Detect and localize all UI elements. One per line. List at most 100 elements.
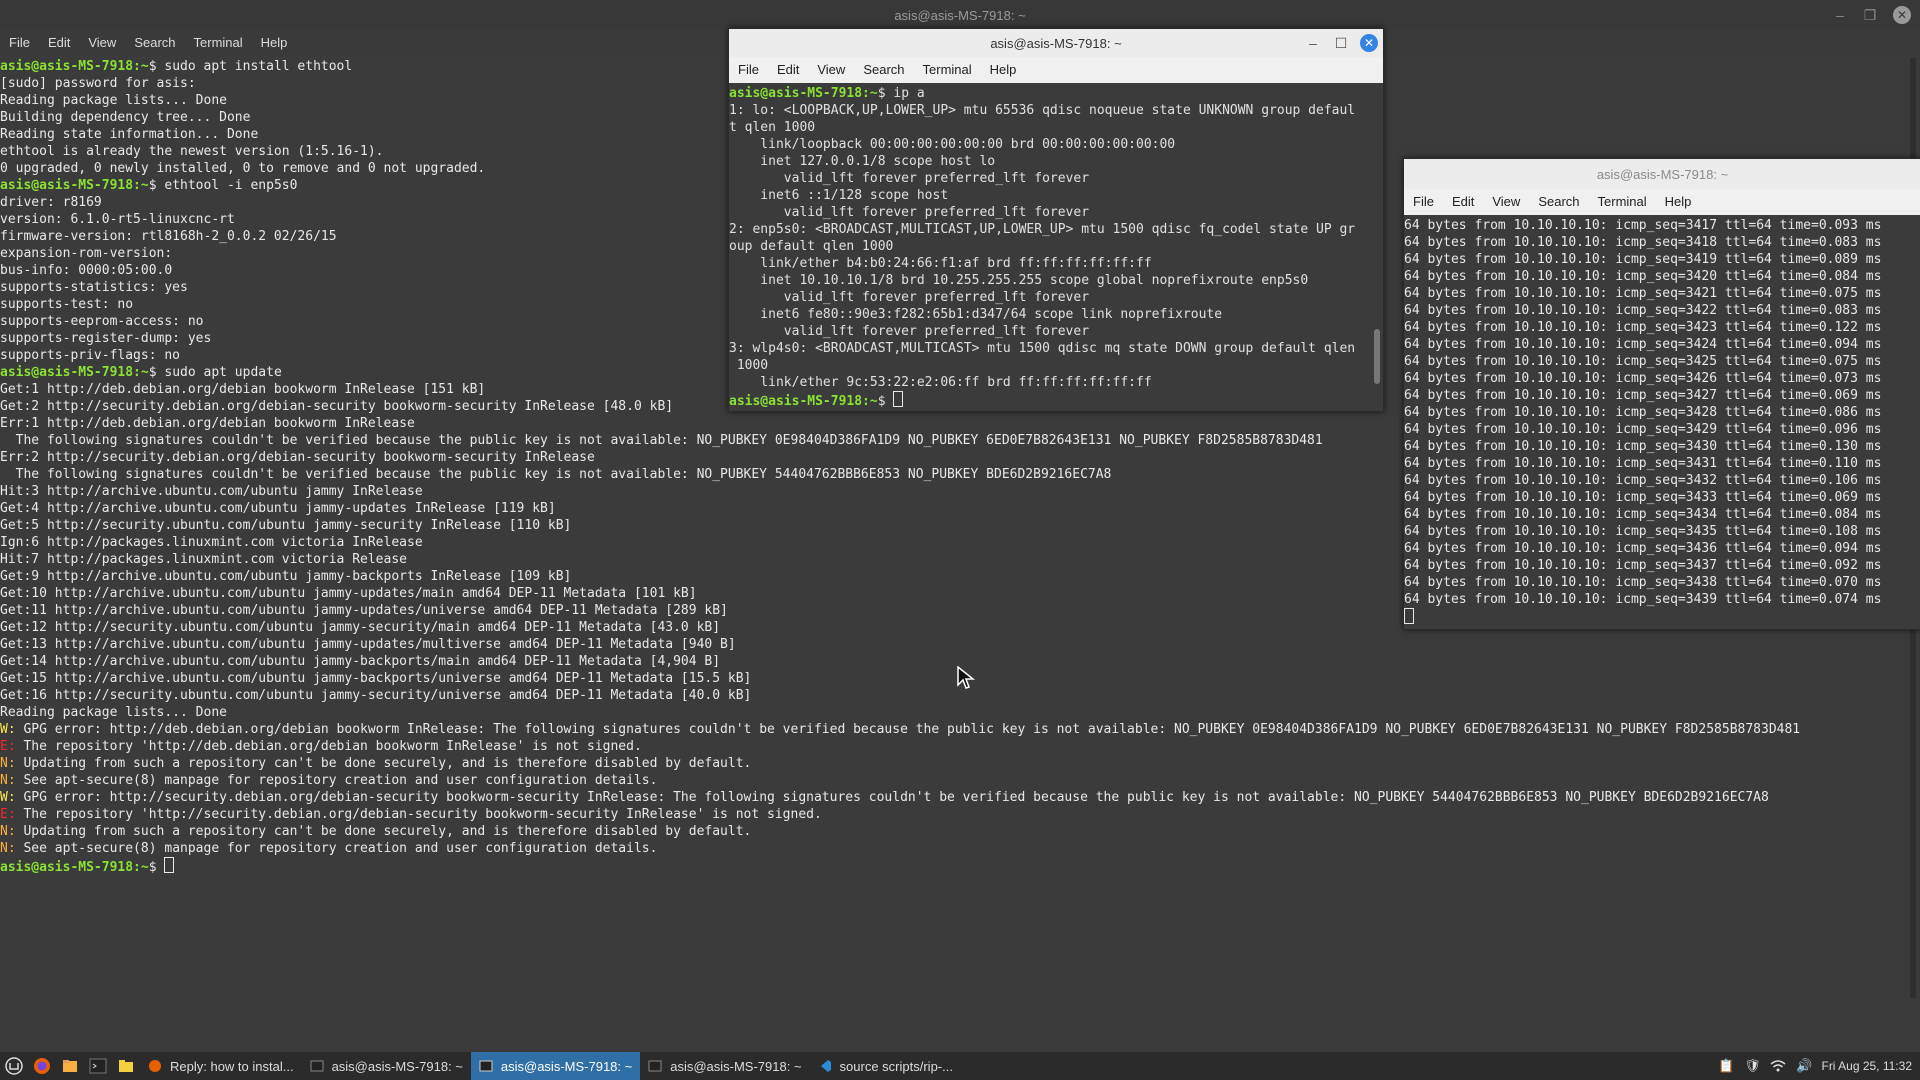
menu-file[interactable]: File (729, 57, 768, 83)
terminal-line: E: The repository 'http://deb.debian.org… (0, 738, 1905, 755)
line-text: 64 bytes from 10.10.10.10: icmp_seq=3436… (1404, 541, 1882, 556)
line-text: 64 bytes from 10.10.10.10: icmp_seq=3420… (1404, 269, 1882, 284)
ip-terminal-window[interactable]: asis@asis-MS-7918: ~ – ☐ ✕ File Edit Vie… (728, 28, 1384, 412)
terminal-line (1404, 608, 1920, 625)
text-cursor (1404, 608, 1414, 624)
line-text: inet6 ::1/128 scope host (729, 188, 949, 203)
menu-file[interactable]: File (0, 30, 39, 56)
maximize-button[interactable]: ❐ (1860, 5, 1880, 25)
menu-terminal[interactable]: Terminal (914, 57, 981, 83)
apt-message-tag: N: (0, 824, 16, 839)
close-button[interactable]: ✕ (1360, 34, 1378, 52)
terminal-line: asis@asis-MS-7918:~$ (729, 391, 1369, 408)
line-text: supports-test: no (0, 297, 134, 312)
files-icon[interactable] (59, 1055, 81, 1077)
menu-edit[interactable]: Edit (768, 57, 808, 83)
folder-icon[interactable] (115, 1055, 137, 1077)
shield-icon[interactable]: 🛡 (1743, 1057, 1761, 1075)
line-text: 64 bytes from 10.10.10.10: icmp_seq=3427… (1404, 388, 1882, 403)
terminal-line: link/loopback 00:00:00:00:00:00 brd 00:0… (729, 136, 1369, 153)
task-terminal-2-active[interactable]: asis@asis-MS-7918: ~ (470, 1052, 641, 1080)
line-text: Get:10 http://archive.ubuntu.com/ubuntu … (0, 586, 697, 601)
terminal-line: inet6 ::1/128 scope host (729, 187, 1369, 204)
line-text: Updating from such a repository can't be… (15, 824, 752, 839)
menu-search[interactable]: Search (125, 30, 184, 56)
terminal-line: inet 10.10.10.1/8 brd 10.255.255.255 sco… (729, 272, 1369, 289)
menu-search[interactable]: Search (854, 57, 913, 83)
clock[interactable]: Fri Aug 25, 11:32 (1821, 1059, 1912, 1073)
line-text: Ign:6 http://packages.linuxmint.com vict… (0, 535, 423, 550)
firefox-icon[interactable] (31, 1055, 53, 1077)
menu-view[interactable]: View (79, 30, 125, 56)
terminal-line: 1: lo: <LOOPBACK,UP,LOWER_UP> mtu 65536 … (729, 102, 1369, 119)
clipboard-icon[interactable]: 📋 (1717, 1057, 1735, 1075)
menu-search[interactable]: Search (1529, 189, 1588, 215)
ping-terminal-output[interactable]: 64 bytes from 10.10.10.10: icmp_seq=3417… (1404, 217, 1920, 627)
close-button[interactable]: ✕ (1893, 6, 1911, 24)
menu-edit[interactable]: Edit (39, 30, 79, 56)
ping-terminal-window[interactable]: asis@asis-MS-7918: ~ File Edit View Sear… (1403, 158, 1920, 630)
menu-terminal[interactable]: Terminal (1589, 189, 1656, 215)
terminal-line: 64 bytes from 10.10.10.10: icmp_seq=3417… (1404, 217, 1920, 234)
terminal-line: 64 bytes from 10.10.10.10: icmp_seq=3433… (1404, 489, 1920, 506)
terminal-line: oup default qlen 1000 (729, 238, 1369, 255)
line-text: Get:5 http://security.ubuntu.com/ubuntu … (0, 518, 572, 533)
minimize-button[interactable]: – (1830, 5, 1850, 25)
line-text: 64 bytes from 10.10.10.10: icmp_seq=3424… (1404, 337, 1882, 352)
line-text: valid_lft forever preferred_lft forever (729, 324, 1090, 339)
terminal-line: valid_lft forever preferred_lft forever (729, 323, 1369, 340)
menu-help[interactable]: Help (1656, 189, 1701, 215)
terminal-line: 64 bytes from 10.10.10.10: icmp_seq=3420… (1404, 268, 1920, 285)
task-vscode[interactable]: source scripts/rip-... (810, 1052, 961, 1080)
terminal-line: W: GPG error: http://deb.debian.org/debi… (0, 721, 1905, 738)
terminal-launcher-icon[interactable] (87, 1055, 109, 1077)
terminal-line: 64 bytes from 10.10.10.10: icmp_seq=3418… (1404, 234, 1920, 251)
line-text: 1: lo: <LOOPBACK,UP,LOWER_UP> mtu 65536 … (729, 103, 1356, 118)
terminal-line: 64 bytes from 10.10.10.10: icmp_seq=3430… (1404, 438, 1920, 455)
line-text: supports-eeprom-access: no (0, 314, 204, 329)
line-text: Building dependency tree... Done (0, 110, 251, 125)
menu-view[interactable]: View (1483, 189, 1529, 215)
task-firefox-reply[interactable]: Reply: how to instal... (140, 1052, 302, 1080)
task-terminal-1[interactable]: asis@asis-MS-7918: ~ (302, 1052, 471, 1080)
line-text: 64 bytes from 10.10.10.10: icmp_seq=3434… (1404, 507, 1882, 522)
minimize-button[interactable]: – (1303, 33, 1323, 53)
line-text: valid_lft forever preferred_lft forever (729, 171, 1090, 186)
maximize-button[interactable]: ☐ (1331, 33, 1351, 53)
main-titlebar[interactable]: asis@asis-MS-7918: ~ – ❐ ✕ (0, 0, 1920, 30)
menu-help[interactable]: Help (252, 30, 297, 56)
line-text: 64 bytes from 10.10.10.10: icmp_seq=3417… (1404, 218, 1882, 233)
menu-edit[interactable]: Edit (1443, 189, 1483, 215)
line-text: 64 bytes from 10.10.10.10: icmp_seq=3421… (1404, 286, 1882, 301)
ip-terminal-output[interactable]: asis@asis-MS-7918:~$ ip a 1: lo: <LOOPBAC… (729, 85, 1369, 409)
line-text: link/ether b4:b0:24:66:f1:af brd ff:ff:f… (729, 256, 1152, 271)
line-text: Get:1 http://deb.debian.org/debian bookw… (0, 382, 486, 397)
ip-window-titlebar[interactable]: asis@asis-MS-7918: ~ – ☐ ✕ (729, 29, 1383, 57)
terminal-line: link/ether 9c:53:22:e2:06:ff brd ff:ff:f… (729, 374, 1369, 391)
terminal-line: 64 bytes from 10.10.10.10: icmp_seq=3426… (1404, 370, 1920, 387)
terminal-line: inet 127.0.0.1/8 scope host lo (729, 153, 1369, 170)
shell-prompt: asis@asis-MS-7918:~ (729, 394, 878, 408)
line-text: valid_lft forever preferred_lft forever (729, 290, 1090, 305)
terminal-line: 64 bytes from 10.10.10.10: icmp_seq=3429… (1404, 421, 1920, 438)
line-text: valid_lft forever preferred_lft forever (729, 205, 1090, 220)
line-text: Hit:7 http://packages.linuxmint.com vict… (0, 552, 407, 567)
ping-window-titlebar[interactable]: asis@asis-MS-7918: ~ (1404, 159, 1920, 189)
terminal-line: valid_lft forever preferred_lft forever (729, 204, 1369, 221)
menu-launcher-icon[interactable] (3, 1055, 25, 1077)
ip-window-scrollbar[interactable] (1374, 329, 1380, 384)
line-text: 64 bytes from 10.10.10.10: icmp_seq=3433… (1404, 490, 1882, 505)
menu-help[interactable]: Help (981, 57, 1026, 83)
apt-message-tag: E: (0, 739, 16, 754)
terminal-line: 64 bytes from 10.10.10.10: icmp_seq=3437… (1404, 557, 1920, 574)
terminal-line: 1000 (729, 357, 1369, 374)
menu-file[interactable]: File (1404, 189, 1443, 215)
wifi-icon[interactable] (1769, 1057, 1787, 1075)
menu-view[interactable]: View (808, 57, 854, 83)
line-text: link/ether 9c:53:22:e2:06:ff brd ff:ff:f… (729, 375, 1152, 390)
terminal-line: E: The repository 'http://security.debia… (0, 806, 1905, 823)
menu-terminal[interactable]: Terminal (185, 30, 252, 56)
task-terminal-3[interactable]: asis@asis-MS-7918: ~ (640, 1052, 809, 1080)
line-text: Err:1 http://deb.debian.org/debian bookw… (0, 416, 415, 431)
volume-icon[interactable]: 🔊 (1795, 1057, 1813, 1075)
